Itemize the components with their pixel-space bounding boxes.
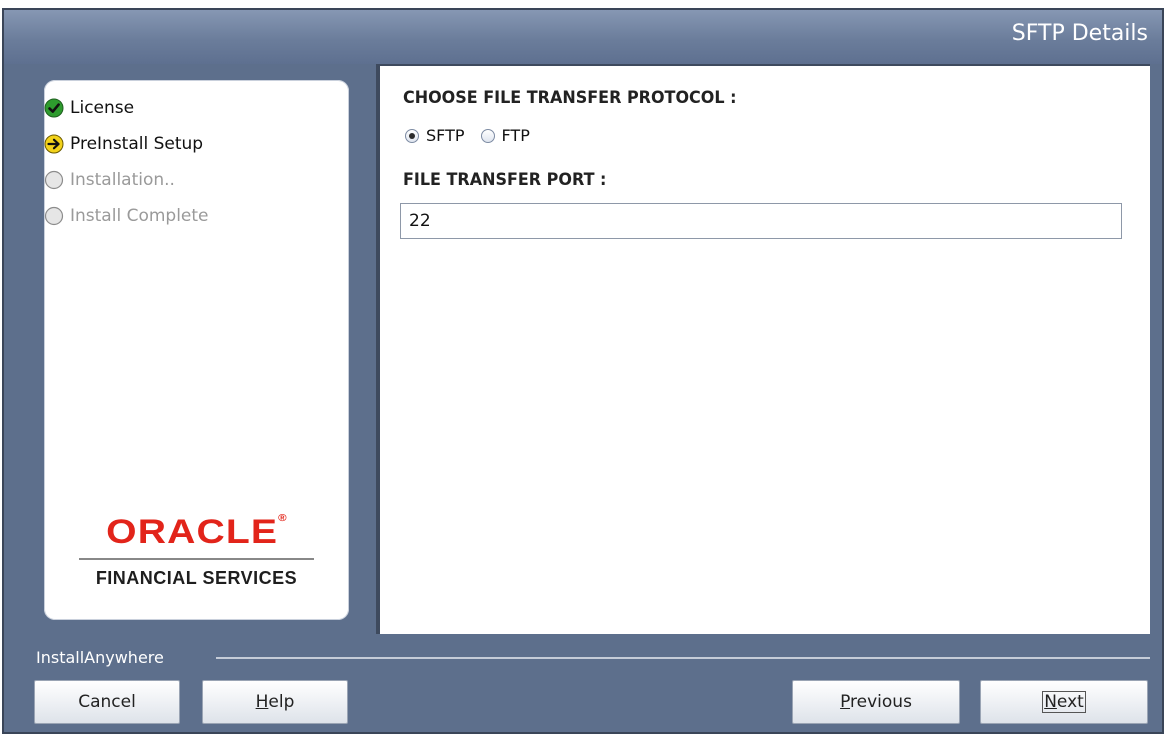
step-preinstall-setup: PreInstall Setup <box>44 131 203 157</box>
port-heading: FILE TRANSFER PORT : <box>403 170 607 190</box>
step-install-complete: Install Complete <box>44 203 209 229</box>
protocol-radio-group: SFTP FTP <box>405 126 546 145</box>
installanywhere-label: InstallAnywhere <box>36 648 164 667</box>
footer-divider <box>216 657 1150 659</box>
logo-divider <box>79 558 314 560</box>
step-label: PreInstall Setup <box>70 134 204 154</box>
oracle-wordmark: ORACLE® <box>105 513 288 551</box>
help-button[interactable]: Help <box>202 680 348 724</box>
port-input[interactable] <box>400 203 1122 239</box>
page-title: SFTP Details <box>1011 21 1148 46</box>
previous-button[interactable]: Previous <box>792 680 960 724</box>
radio-sftp[interactable]: SFTP <box>405 126 465 145</box>
check-icon <box>44 98 64 118</box>
cancel-button[interactable]: Cancel <box>34 680 180 724</box>
step-label: Install Complete <box>70 206 209 226</box>
step-license: License <box>44 95 134 121</box>
empty-circle-icon <box>44 206 64 226</box>
steps-panel: License PreInstall Setup Installation.. … <box>44 80 349 620</box>
step-label: Installation.. <box>70 170 175 190</box>
installer-window: SFTP Details License PreInstall Setup In… <box>2 8 1164 734</box>
step-label: License <box>70 98 135 118</box>
next-button[interactable]: Next <box>980 680 1148 724</box>
radio-button-selected-icon[interactable] <box>405 128 419 143</box>
empty-circle-icon <box>44 170 64 190</box>
content-panel: CHOOSE FILE TRANSFER PROTOCOL : SFTP FTP… <box>376 64 1150 634</box>
oracle-logo: ORACLE® FINANCIAL SERVICES <box>44 513 349 589</box>
arrow-right-icon <box>44 134 64 154</box>
radio-button-icon[interactable] <box>480 128 495 143</box>
oracle-subtitle: FINANCIAL SERVICES <box>95 568 298 588</box>
radio-ftp[interactable]: FTP <box>480 126 530 145</box>
step-installation: Installation.. <box>44 167 175 193</box>
title-bar: SFTP Details <box>4 10 1162 64</box>
protocol-heading: CHOOSE FILE TRANSFER PROTOCOL : <box>403 88 737 108</box>
